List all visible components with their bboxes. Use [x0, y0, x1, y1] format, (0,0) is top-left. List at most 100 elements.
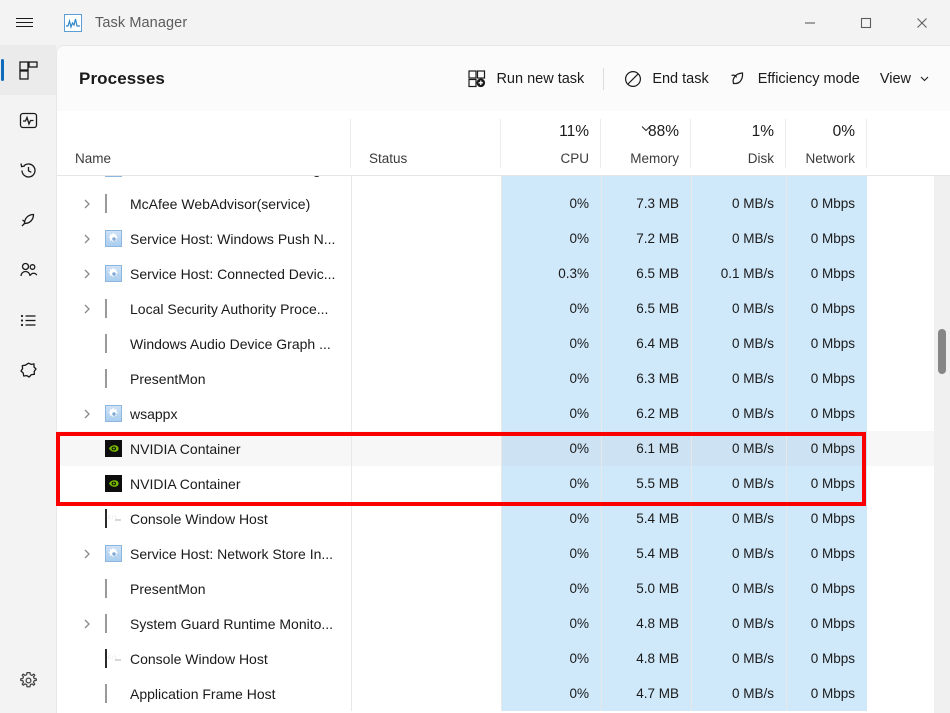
table-row[interactable]: Service Host: Connected Devic...0.3%6.5 …: [57, 256, 950, 291]
table-row[interactable]: Service Host: Network Store In...0%5.4 M…: [57, 536, 950, 571]
end-task-button[interactable]: End task: [613, 62, 718, 96]
sidebar-item-details[interactable]: [0, 295, 56, 345]
cell-cpu: 0%: [501, 641, 601, 676]
run-new-task-label: Run new task: [496, 71, 584, 87]
table-row[interactable]: McAfee WebAdvisor(service)0%7.3 MB0 MB/s…: [57, 186, 950, 221]
cell-memory: 6.3 MB: [601, 361, 691, 396]
sidebar-item-processes[interactable]: [0, 45, 56, 95]
table-row[interactable]: C:\Console Window Host0%4.8 MB0 MB/s0 Mb…: [57, 641, 950, 676]
view-button[interactable]: View: [870, 62, 940, 96]
cell-status: [351, 221, 501, 256]
table-row[interactable]: Application Frame Host0%4.7 MB0 MB/s0 Mb…: [57, 676, 950, 711]
app-icon: [105, 685, 122, 702]
cell-network: 0 Mbps: [786, 501, 867, 536]
sidebar-item-services[interactable]: [0, 345, 56, 395]
app-icon: [105, 370, 122, 387]
cell-status: [351, 326, 501, 361]
process-name: McAfee WebAdvisor(service): [130, 186, 310, 221]
expand-chevron-icon[interactable]: [79, 186, 95, 221]
cell-cpu: 0%: [501, 501, 601, 536]
table-row[interactable]: NVIDIA Container0%6.1 MB0 MB/s0 Mbps: [57, 431, 950, 466]
maximize-button[interactable]: [838, 0, 894, 45]
column-header-memory[interactable]: 88% Memory: [601, 111, 691, 176]
minimize-button[interactable]: [782, 0, 838, 45]
cell-memory: 7.3 MB: [601, 186, 691, 221]
cell-disk: 0 MB/s: [691, 571, 786, 606]
run-new-task-button[interactable]: Run new task: [457, 62, 594, 96]
cell-cpu: 0.3%: [501, 256, 601, 291]
expand-chevron-icon[interactable]: [79, 176, 95, 186]
cell-memory: 5.5 MB: [601, 466, 691, 501]
task-manager-icon: [64, 14, 82, 32]
column-label-status: Status: [369, 151, 407, 166]
table-row[interactable]: Windows Audio Device Graph ...0%6.4 MB0 …: [57, 326, 950, 361]
cell-status: [351, 536, 501, 571]
services-icon: [10, 352, 46, 388]
column-header-cpu[interactable]: 11% CPU: [501, 111, 601, 176]
table-row[interactable]: PresentMon0%6.3 MB0 MB/s0 Mbps: [57, 361, 950, 396]
app-icon: [105, 615, 122, 632]
cell-disk: 0.1 MB/s: [691, 256, 786, 291]
cell-cpu: 0%: [501, 571, 601, 606]
column-header-disk[interactable]: 1% Disk: [691, 111, 786, 176]
expand-chevron-icon[interactable]: [79, 606, 95, 641]
sidebar-item-users[interactable]: [0, 245, 56, 295]
table-row[interactable]: wsappx0%6.2 MB0 MB/s0 Mbps: [57, 396, 950, 431]
cell-network: 0 Mbps: [786, 291, 867, 326]
close-button[interactable]: [894, 0, 950, 45]
app-icon: [105, 300, 122, 317]
cell-disk: 0 MB/s: [691, 431, 786, 466]
expand-chevron-icon[interactable]: [79, 256, 95, 291]
cell-disk: 0 MB/s: [691, 536, 786, 571]
cell-network: 0 Mbps: [786, 676, 867, 711]
table-row[interactable]: PresentMon0%5.0 MB0 MB/s0 Mbps: [57, 571, 950, 606]
expand-chevron-icon[interactable]: [79, 291, 95, 326]
process-name: System Guard Runtime Monito...: [130, 606, 333, 641]
process-list[interactable]: Service Host: Windows Manag...0%7.1 MB0 …: [57, 176, 950, 713]
process-name: Application Frame Host: [130, 676, 276, 711]
cell-cpu: 0%: [501, 186, 601, 221]
table-row[interactable]: C:\Console Window Host0%5.4 MB0 MB/s0 Mb…: [57, 501, 950, 536]
table-row[interactable]: NVIDIA Container0%5.5 MB0 MB/s0 Mbps: [57, 466, 950, 501]
cell-status: [351, 186, 501, 221]
table-row[interactable]: Service Host: Windows Push N...0%7.2 MB0…: [57, 221, 950, 256]
cell-memory: 6.5 MB: [601, 256, 691, 291]
column-header-status[interactable]: Status: [351, 111, 501, 176]
app-icon: [105, 335, 122, 352]
console-icon: C:\: [105, 510, 122, 527]
cell-disk: 0 MB/s: [691, 606, 786, 641]
sidebar-item-settings[interactable]: [0, 655, 56, 705]
expand-chevron-icon[interactable]: [79, 396, 95, 431]
process-name: wsappx: [130, 396, 177, 431]
cell-network: 0 Mbps: [786, 431, 867, 466]
table-row[interactable]: System Guard Runtime Monito...0%4.8 MB0 …: [57, 606, 950, 641]
column-label-disk: Disk: [748, 151, 774, 166]
cell-status: [351, 641, 501, 676]
table-row[interactable]: Service Host: Windows Manag...0%7.1 MB0 …: [57, 176, 950, 186]
table-row[interactable]: Local Security Authority Proce...0%6.5 M…: [57, 291, 950, 326]
efficiency-mode-icon: [729, 69, 749, 89]
column-header-name[interactable]: Name: [57, 111, 351, 176]
cell-network: 0 Mbps: [786, 256, 867, 291]
window-title: Task Manager: [95, 15, 187, 31]
cell-status: [351, 176, 501, 186]
efficiency-mode-button[interactable]: Efficiency mode: [719, 62, 870, 96]
sidebar-item-startup-apps[interactable]: [0, 195, 56, 245]
app-history-icon: [10, 152, 46, 188]
sidebar-item-performance[interactable]: [0, 95, 56, 145]
hamburger-menu-icon[interactable]: [0, 0, 48, 45]
cell-memory: 7.2 MB: [601, 221, 691, 256]
sidebar-item-app-history[interactable]: [0, 145, 56, 195]
column-header-network[interactable]: 0% Network: [786, 111, 867, 176]
app-icon: [105, 580, 122, 597]
gear-icon: [105, 405, 122, 422]
expand-chevron-icon[interactable]: [79, 221, 95, 256]
process-name: Service Host: Windows Manag...: [130, 176, 332, 186]
expand-chevron-icon[interactable]: [79, 536, 95, 571]
page-header: Processes Run new task: [57, 46, 950, 111]
content-area: Processes Run new task: [56, 45, 950, 713]
column-divider: [866, 119, 867, 168]
vertical-scrollbar[interactable]: [934, 176, 950, 713]
cell-status: [351, 291, 501, 326]
scrollbar-thumb[interactable]: [938, 329, 946, 374]
